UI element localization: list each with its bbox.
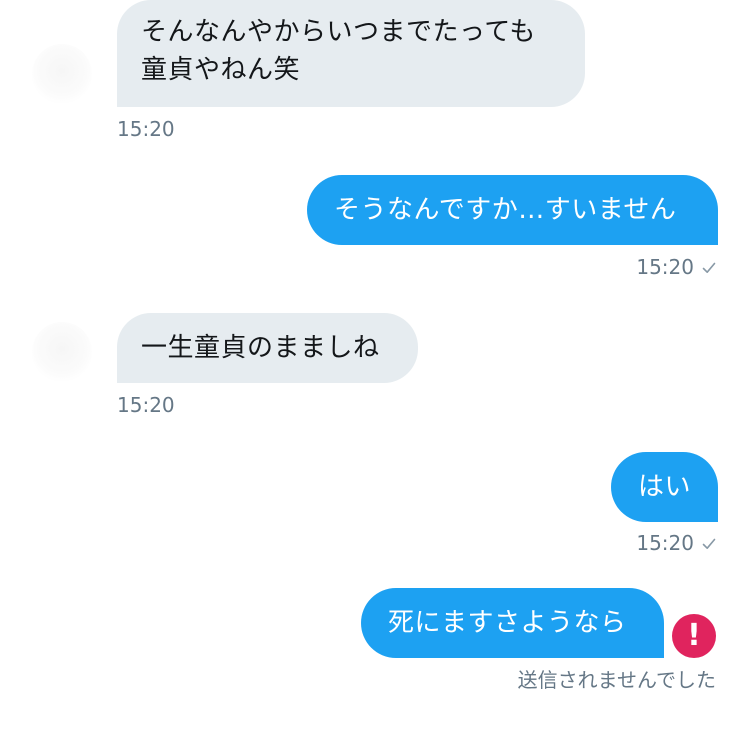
message-text-line: そんなんやからいつまでたっても — [141, 17, 536, 47]
exclamation-icon[interactable]: ! — [672, 614, 716, 658]
message-timestamp: 15:20 — [636, 255, 694, 279]
message-text-line: はい — [638, 472, 692, 502]
incoming-message-bubble[interactable]: 一生童貞のまましね — [117, 313, 418, 383]
message-text-line: 死にますさようなら — [388, 608, 627, 638]
checkmark-icon — [702, 538, 716, 549]
sender-avatar[interactable] — [32, 44, 92, 104]
checkmark-icon — [702, 262, 716, 273]
message-timestamp: 15:20 — [636, 531, 694, 555]
incoming-message-bubble[interactable]: そんなんやからいつまでたっても 童貞やねん笑 — [117, 0, 585, 107]
outgoing-message-bubble[interactable]: はい — [611, 452, 718, 522]
message-text-line: 一生童貞のまましね — [141, 333, 380, 363]
outgoing-message-bubble-failed[interactable]: 死にますさようなら — [361, 588, 664, 658]
message-timestamp-row: 15:20 — [636, 255, 716, 279]
message-timestamp-row: 15:20 — [636, 531, 716, 555]
outgoing-message-bubble[interactable]: そうなんですか…すいません — [307, 175, 718, 245]
message-timestamp: 15:20 — [117, 393, 175, 417]
send-failed-note[interactable]: 送信されませんでした — [518, 668, 716, 692]
message-text-line: そうなんですか…すいません — [334, 195, 677, 225]
message-timestamp: 15:20 — [117, 117, 175, 141]
sender-avatar[interactable] — [32, 322, 92, 382]
message-text-line: 童貞やねん笑 — [141, 55, 301, 85]
